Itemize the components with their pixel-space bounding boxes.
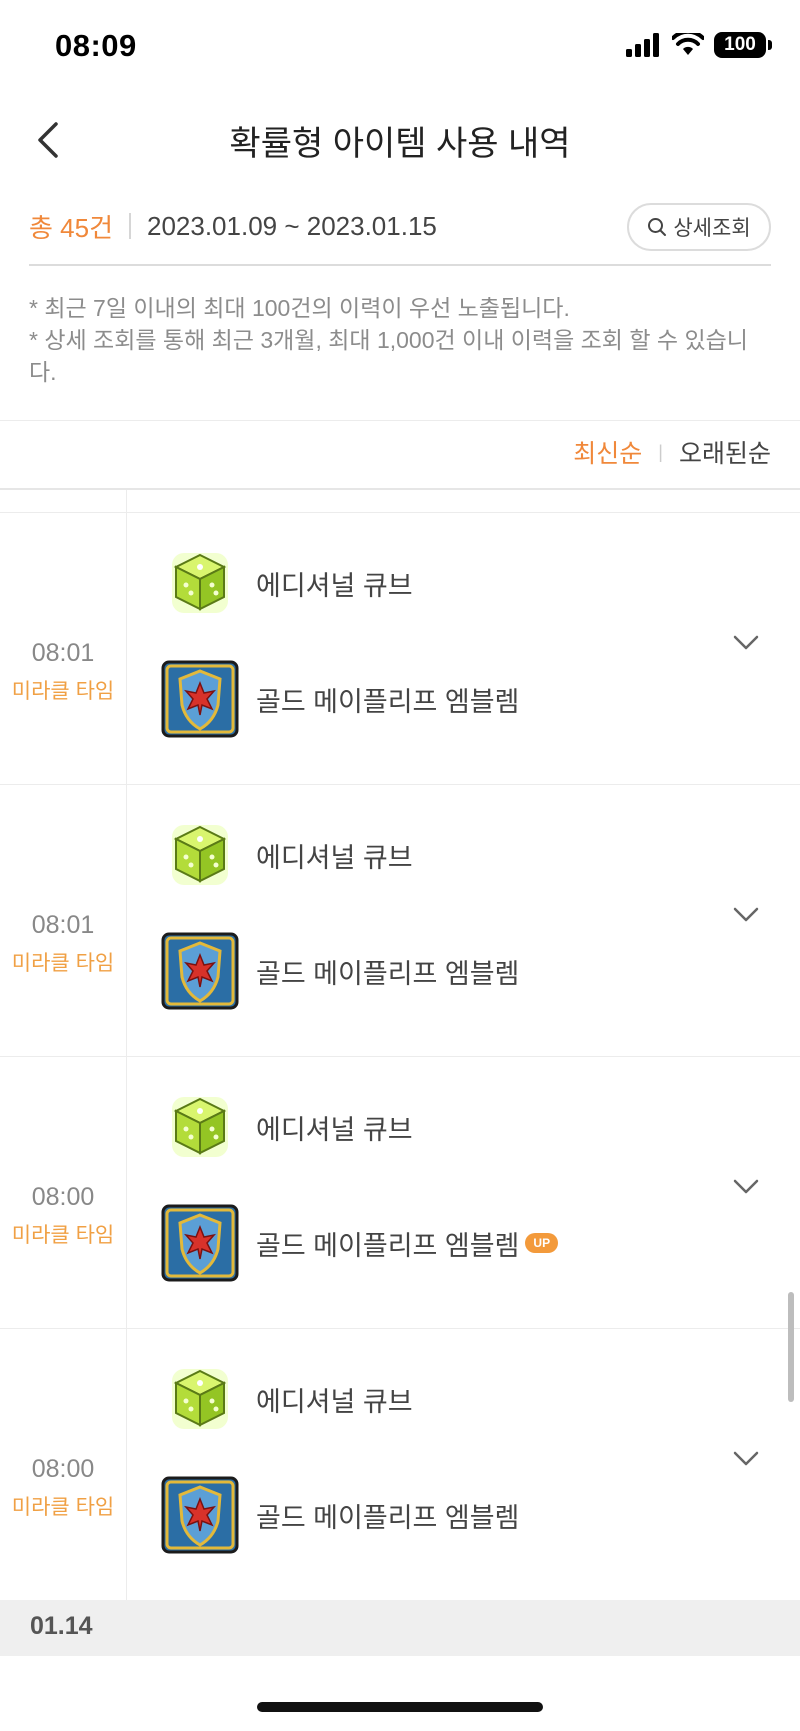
item-row-cube: 에디셔널 큐브 [160, 815, 413, 895]
up-badge: UP [525, 1233, 559, 1253]
gold-maple-leaf-emblem-icon [161, 1204, 239, 1282]
chevron-down-icon [733, 907, 759, 922]
item-name-text: 골드 메이플리프 엠블렘 [256, 958, 520, 989]
history-entry: 08:00 미라클 타임 에디셔널 큐브 골드 메이플리프 엠블렘 [0, 1056, 800, 1328]
chevron-down-icon [733, 1451, 759, 1466]
entry-event-label: 미라클 타임 [11, 1224, 115, 1247]
item-row-emblem: 골드 메이플리프 엠블렘 [160, 931, 519, 1011]
item-name-cube: 에디셔널 큐브 [256, 836, 413, 875]
entry-event-label: 미라클 타임 [11, 952, 115, 975]
item-name-text: 골드 메이플리프 엠블렘 [256, 686, 520, 717]
sort-separator: | [658, 441, 663, 462]
entry-event-label: 미라클 타임 [11, 1496, 115, 1519]
expand-button[interactable] [724, 893, 768, 937]
item-name-cube: 에디셔널 큐브 [256, 1380, 413, 1419]
additional-cube-icon [172, 1097, 228, 1157]
status-bar: 08:09 100 [0, 0, 800, 96]
sort-oldest-button[interactable]: 오래된순 [679, 434, 771, 470]
sort-row: 최신순 | 오래된순 [0, 420, 800, 486]
sort-options: 최신순 | 오래된순 [573, 434, 771, 470]
date-range: 2023.01.09 ~ 2023.01.15 [146, 210, 437, 241]
gold-maple-leaf-emblem-icon [161, 1476, 239, 1554]
chevron-down-icon [733, 635, 759, 650]
status-time: 08:09 [55, 28, 137, 63]
item-row-cube: 에디셔널 큐브 [160, 1359, 413, 1439]
item-name-cube: 에디셔널 큐브 [256, 1108, 413, 1147]
expand-button[interactable] [724, 1165, 768, 1209]
item-row-emblem: 골드 메이플리프 엠블렘 [160, 1475, 519, 1555]
notice-line-2: * 상세 조회를 통해 최근 3개월, 최대 1,000건 이내 이력을 조회 … [29, 327, 748, 385]
entry-time: 08:01 [31, 911, 95, 939]
item-name-cube: 에디셔널 큐브 [256, 564, 413, 603]
additional-cube-icon [172, 1369, 228, 1429]
item-name-emblem: 골드 메이플리프 엠블렘 [256, 952, 519, 991]
date-section-label: 01.14 [30, 1612, 93, 1640]
item-name-text: 골드 메이플리프 엠블렘 [256, 1230, 520, 1261]
notice-text: * 최근 7일 이내의 최대 100건의 이력이 우선 노출됩니다. * 상세 … [29, 292, 774, 388]
expand-button[interactable] [724, 1437, 768, 1481]
scrollbar[interactable] [788, 1292, 794, 1402]
divider [128, 213, 131, 239]
gold-maple-leaf-emblem-icon [161, 660, 239, 738]
gold-maple-leaf-emblem-icon [161, 932, 239, 1010]
item-row-emblem: 골드 메이플리프 엠블렘 UP [160, 1203, 559, 1283]
sort-newest-button[interactable]: 최신순 [573, 434, 642, 470]
search-icon [648, 218, 667, 236]
item-name-text: 골드 메이플리프 엠블렘 [256, 1502, 520, 1533]
entry-time: 08:01 [31, 639, 95, 667]
wifi-icon [672, 33, 704, 55]
total-count: 총 45건 [29, 212, 113, 243]
status-icons: 100 [626, 32, 772, 58]
entry-time: 08:00 [31, 1455, 95, 1483]
item-name-text: 에디셔널 큐브 [256, 570, 413, 601]
summary-divider [29, 264, 771, 266]
detail-search-button[interactable]: 상세조회 [627, 203, 771, 251]
battery-icon: 100 [714, 32, 772, 58]
date-section-header: 01.14 [0, 1600, 800, 1656]
nav-bar: 확률형 아이템 사용 내역 [0, 96, 800, 184]
entry-time: 08:00 [31, 1183, 95, 1211]
history-entry: 08:01 미라클 타임 에디셔널 큐브 골드 메이플리프 엠블렘 [0, 512, 800, 784]
item-name-emblem: 골드 메이플리프 엠블렘 [256, 680, 519, 719]
entry-event-label: 미라클 타임 [11, 680, 115, 703]
item-row-cube: 에디셔널 큐브 [160, 543, 413, 623]
home-indicator[interactable] [257, 1702, 543, 1712]
summary-row: 총 45건 2023.01.09 ~ 2023.01.15 상세조회 [29, 200, 771, 252]
item-name-emblem: 골드 메이플리프 엠블렘 UP [256, 1224, 559, 1263]
item-row-cube: 에디셔널 큐브 [160, 1087, 413, 1167]
cellular-signal-icon [626, 33, 659, 57]
item-name-emblem: 골드 메이플리프 엠블렘 [256, 1496, 519, 1535]
chevron-down-icon [733, 1179, 759, 1194]
additional-cube-icon [172, 825, 228, 885]
item-row-emblem: 골드 메이플리프 엠블렘 [160, 659, 519, 739]
item-name-text: 에디셔널 큐브 [256, 842, 413, 873]
item-name-text: 에디셔널 큐브 [256, 1386, 413, 1417]
notice-line-1: * 최근 7일 이내의 최대 100건의 이력이 우선 노출됩니다. [29, 295, 570, 321]
additional-cube-icon [172, 553, 228, 613]
page-title: 확률형 아이템 사용 내역 [229, 125, 571, 163]
detail-search-label: 상세조회 [673, 217, 751, 240]
history-entry: 08:00 미라클 타임 에디셔널 큐브 골드 메이플리프 엠블렘 [0, 1328, 800, 1600]
item-name-text: 에디셔널 큐브 [256, 1114, 413, 1145]
expand-button[interactable] [724, 621, 768, 665]
history-list[interactable]: 08:01 미라클 타임 에디셔널 큐브 골드 메이플리프 엠블렘 08:01 … [0, 488, 800, 1656]
history-entry: 08:01 미라클 타임 에디셔널 큐브 골드 메이플리프 엠블렘 [0, 784, 800, 1056]
